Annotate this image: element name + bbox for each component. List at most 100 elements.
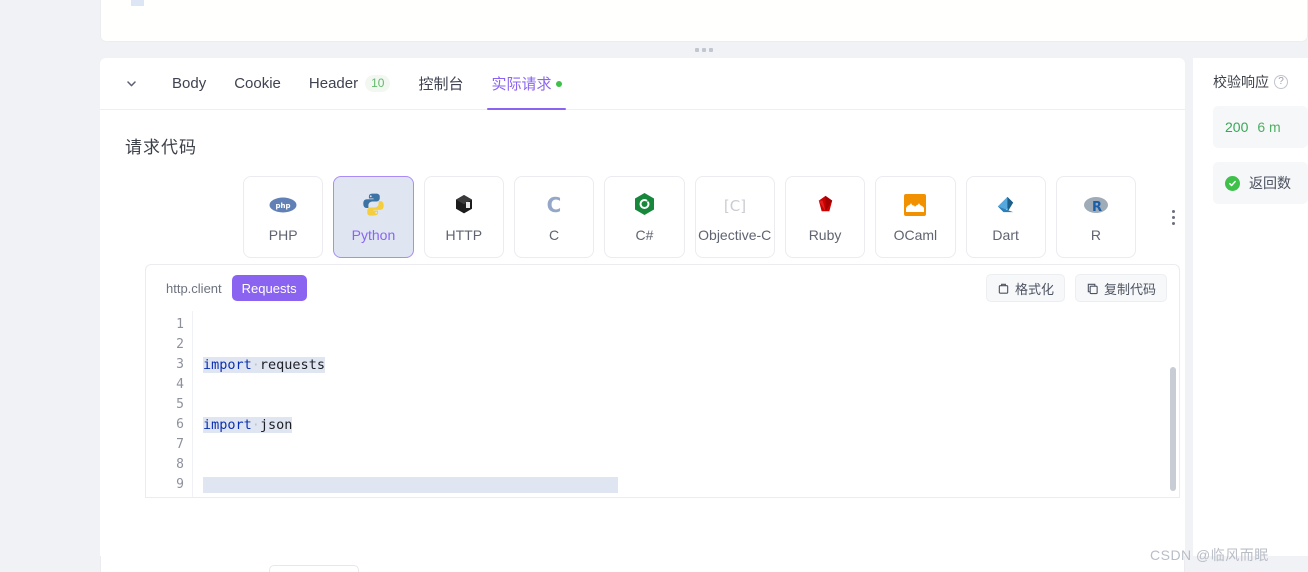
status-code: 200 (1225, 119, 1249, 135)
code-panel-bottom-strip: 12 文档模式 调试模式 (100, 556, 1185, 572)
dart-icon (994, 192, 1017, 218)
validate-response-header: 校验响应 ? (1213, 72, 1308, 92)
code-panel: http.client Requests 格式化 复制代码 1 2 3 4 5 … (145, 264, 1180, 498)
line-number: 5 (176, 397, 184, 412)
help-icon[interactable]: ? (1274, 75, 1288, 89)
app-root: Body Cookie Header 10 控制台 实际请求 请求代码 php … (0, 0, 1308, 572)
svg-text:C: C (547, 193, 562, 217)
response-tabbar: Body Cookie Header 10 控制台 实际请求 (100, 58, 1185, 110)
debug-mode-button[interactable]: 调试模式 (269, 565, 360, 572)
php-icon: php (269, 192, 297, 218)
modified-dot-icon (555, 80, 562, 87)
language-card-r[interactable]: R R (1055, 176, 1137, 258)
svg-text:php: php (276, 202, 291, 210)
code-library-segments: http.client Requests (156, 275, 307, 301)
upper-panel-code-fragment (131, 0, 144, 6)
language-card-php[interactable]: php PHP (243, 176, 324, 258)
tab-console[interactable]: 控制台 (404, 58, 477, 110)
code-vertical-scrollbar[interactable] (1170, 367, 1176, 491)
objective-c-icon: [C] (722, 192, 748, 218)
response-time: 6 m (1257, 119, 1281, 135)
language-card-ocaml[interactable]: OCaml (875, 176, 956, 258)
tab-actual-request[interactable]: 实际请求 (477, 58, 575, 110)
r-icon: R (1083, 192, 1109, 218)
svg-text:R: R (1092, 200, 1102, 215)
chevron-down-icon[interactable] (118, 71, 144, 97)
section-title: 请求代码 (125, 138, 197, 157)
line-number: 9 (176, 477, 184, 492)
tab-label: 实际请求 (491, 76, 552, 93)
bottom-strip-inner: 12 文档模式 调试模式 (101, 556, 1184, 572)
language-label: HTTP (445, 226, 483, 243)
language-label: Python (351, 226, 396, 243)
copy-icon (1086, 282, 1099, 295)
line-number: 1 (176, 317, 184, 332)
segment-http-client[interactable]: http.client (156, 275, 232, 301)
copy-code-button[interactable]: 复制代码 (1074, 274, 1167, 302)
tab-label: Cookie (234, 75, 281, 92)
format-button[interactable]: 格式化 (985, 274, 1065, 302)
panel-resize-handle[interactable] (100, 42, 1308, 58)
http-icon (452, 192, 476, 218)
line-number: 8 (176, 457, 184, 472)
code-editor[interactable]: 1 2 3 4 5 6 7 8 9 10 11 import·requests … (146, 311, 1179, 497)
assertion-row: 返回数 (1213, 162, 1308, 204)
watermark: CSDN @临风而眠 (1150, 547, 1269, 563)
format-label: 格式化 (1014, 281, 1054, 297)
language-card-ruby[interactable]: Ruby (784, 176, 866, 258)
python-icon (361, 192, 386, 218)
line-number: 4 (176, 377, 184, 392)
language-label: Objective-C (698, 226, 772, 243)
tab-label: Header (308, 75, 359, 92)
code-line: import·requests (203, 357, 325, 373)
check-circle-icon (1225, 175, 1240, 191)
tab-label: Body (172, 75, 207, 92)
response-status-row: 200 6 m (1213, 106, 1308, 148)
code-lines[interactable]: import·requests import·json url·=·"http:… (192, 311, 1165, 497)
language-selector: php PHP Python HTTP C C C# [C] Objective… (243, 176, 1185, 258)
copy-label: 复制代码 (1103, 281, 1156, 297)
line-number: 3 (176, 357, 184, 372)
code-line: import·json (203, 417, 293, 433)
header-count-badge: 10 (365, 75, 391, 92)
csharp-icon (633, 192, 656, 218)
tab-header[interactable]: Header 10 (295, 58, 405, 110)
language-label: Ruby (808, 226, 842, 243)
active-tab-underline (487, 107, 566, 110)
language-card-python[interactable]: Python (333, 176, 414, 258)
segment-requests[interactable]: Requests (231, 275, 307, 301)
validate-response-panel: 校验响应 ? 200 6 m 返回数 (1193, 58, 1308, 556)
upper-panel-fragment (100, 0, 1308, 42)
language-card-dart[interactable]: Dart (965, 176, 1046, 258)
line-number-gutter: 1 2 3 4 5 6 7 8 9 10 11 (146, 311, 192, 497)
ruby-icon (814, 192, 837, 218)
language-label: C# (635, 226, 654, 243)
tab-cookie[interactable]: Cookie (220, 58, 295, 110)
language-card-http[interactable]: HTTP (423, 176, 504, 258)
c-icon: C (542, 192, 566, 218)
language-card-objective-c[interactable]: [C] Objective-C (694, 176, 775, 258)
validate-response-title: 校验响应 (1213, 74, 1269, 90)
language-label: OCaml (893, 226, 938, 243)
line-number: 7 (176, 437, 184, 452)
svg-text:[C]: [C] (724, 197, 746, 215)
ocaml-icon (904, 192, 927, 218)
language-label: PHP (268, 226, 298, 243)
code-toolbar: http.client Requests 格式化 复制代码 (146, 265, 1179, 311)
format-icon (997, 282, 1010, 295)
language-card-c[interactable]: C C (513, 176, 595, 258)
assertion-label: 返回数 (1249, 175, 1291, 191)
tab-label: 控制台 (418, 76, 464, 93)
line-number: 2 (176, 337, 184, 352)
language-label: R (1090, 226, 1102, 243)
language-label: C (549, 226, 560, 243)
drag-dots-icon (695, 48, 713, 52)
doc-mode-button[interactable]: 文档模式 (163, 565, 253, 572)
tab-body[interactable]: Body (158, 58, 220, 110)
line-number: 6 (176, 417, 184, 432)
code-line (203, 475, 1165, 495)
language-label: Dart (992, 226, 1019, 243)
line-number: 10 (146, 495, 192, 497)
more-languages-icon[interactable] (1161, 200, 1185, 234)
language-card-csharp[interactable]: C# (604, 176, 685, 258)
